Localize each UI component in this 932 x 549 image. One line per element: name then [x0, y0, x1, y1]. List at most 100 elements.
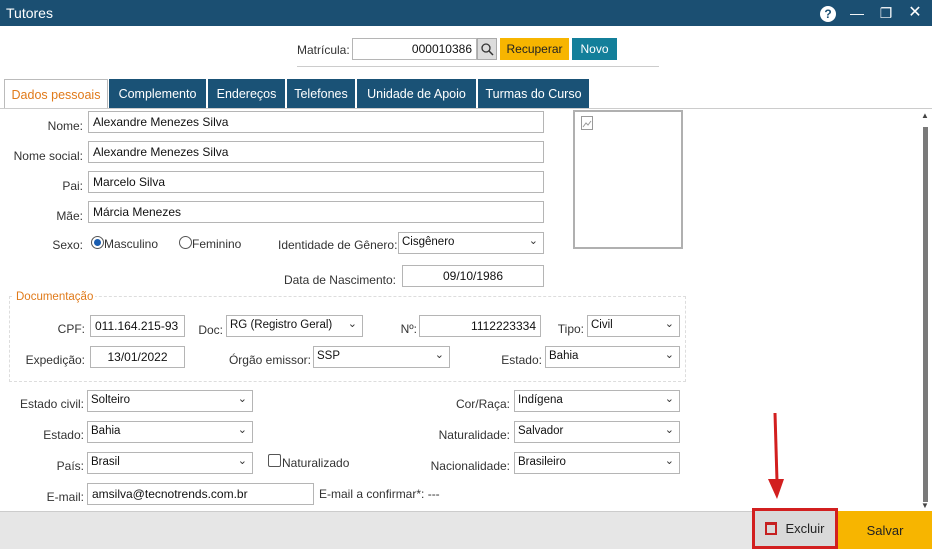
- tab-unidade-de-apoio[interactable]: Unidade de Apoio: [357, 79, 477, 108]
- nacionalidade-label: Nacionalidade:: [430, 459, 510, 473]
- email-input[interactable]: amsilva@tecnotrends.com.br: [87, 483, 314, 505]
- tab-telefones[interactable]: Telefones: [287, 79, 356, 108]
- estado-value: Bahia: [91, 425, 121, 437]
- chevron-down-icon: ⌄: [664, 455, 674, 467]
- identidade-genero-value: Cisgênero: [402, 236, 455, 248]
- maximize-icon: ❐: [879, 5, 893, 21]
- photo-frame[interactable]: [573, 110, 683, 249]
- pai-label: Pai:: [62, 179, 83, 193]
- nascimento-input[interactable]: 09/10/1986: [402, 265, 544, 287]
- novo-button[interactable]: Novo: [572, 38, 617, 60]
- identidade-genero-label: Identidade de Gênero:: [278, 238, 398, 252]
- chevron-down-icon: ⌄: [664, 318, 674, 330]
- nome-social-label: Nome social:: [13, 149, 83, 163]
- chevron-down-icon: ⌄: [237, 455, 247, 467]
- matricula-input[interactable]: 000010386: [352, 38, 477, 60]
- numero-label: Nº:: [400, 322, 417, 336]
- expedicao-label: Expedição:: [25, 353, 85, 367]
- tab-complemento[interactable]: Complemento: [109, 79, 207, 108]
- doc-select[interactable]: RG (Registro Geral) ⌄: [226, 315, 363, 337]
- scroll-down-icon[interactable]: ▼: [921, 501, 929, 510]
- tab-content-border: [0, 108, 932, 109]
- chevron-down-icon: ⌄: [347, 318, 357, 330]
- vertical-scrollbar[interactable]: ▲ ▼: [920, 109, 932, 511]
- estado-civil-label: Estado civil:: [19, 397, 84, 411]
- cor-raca-label: Cor/Raça:: [455, 397, 510, 411]
- estado-select[interactable]: Bahia ⌄: [87, 421, 253, 443]
- maximize-button[interactable]: ❐: [876, 3, 896, 23]
- nascimento-label: Data de Nascimento:: [283, 273, 396, 287]
- scrollbar-thumb[interactable]: [923, 127, 928, 502]
- doc-estado-label: Estado:: [501, 353, 542, 367]
- email-confirm-label: E-mail a confirmar*: ---: [319, 487, 440, 501]
- minimize-button[interactable]: —: [847, 3, 867, 23]
- nome-social-input[interactable]: Alexandre Menezes Silva: [88, 141, 544, 163]
- pais-select[interactable]: Brasil ⌄: [87, 452, 253, 474]
- sexo-feminino-radio[interactable]: [179, 236, 192, 249]
- close-button[interactable]: ✕: [905, 3, 925, 23]
- chevron-down-icon: ⌄: [664, 424, 674, 436]
- window-title: Tutores: [6, 5, 53, 21]
- pai-input[interactable]: Marcelo Silva: [88, 171, 544, 193]
- cor-raca-select[interactable]: Indígena ⌄: [514, 390, 680, 412]
- naturalizado-checkbox[interactable]: [268, 454, 281, 467]
- numero-input[interactable]: 1112223334: [419, 315, 541, 337]
- red-arrow-annotation: [768, 413, 784, 499]
- documentacao-group: [9, 296, 686, 382]
- orgao-emissor-select[interactable]: SSP ⌄: [313, 346, 450, 368]
- chevron-down-icon: ⌄: [434, 349, 444, 361]
- estado-civil-select[interactable]: Solteiro ⌄: [87, 390, 253, 412]
- documentacao-title: Documentação: [14, 291, 96, 303]
- sexo-label: Sexo:: [52, 238, 83, 252]
- nacionalidade-value: Brasileiro: [518, 456, 566, 468]
- clear-search-icon[interactable]: [477, 38, 497, 60]
- pais-value: Brasil: [91, 456, 120, 468]
- tab-turmas-do-curso[interactable]: Turmas do Curso: [478, 79, 590, 108]
- nacionalidade-select[interactable]: Brasileiro ⌄: [514, 452, 680, 474]
- minimize-icon: —: [850, 5, 864, 21]
- trash-icon: [765, 522, 778, 535]
- doc-estado-value: Bahia: [549, 350, 579, 362]
- scroll-up-icon[interactable]: ▲: [921, 111, 929, 120]
- cor-raca-value: Indígena: [518, 394, 563, 406]
- mae-input[interactable]: Márcia Menezes: [88, 201, 544, 223]
- pais-label: País:: [56, 459, 84, 473]
- cpf-input[interactable]: 011.164.215-93: [90, 315, 185, 337]
- title-bar: Tutores ? — ❐ ✕: [0, 0, 932, 26]
- help-button[interactable]: ?: [818, 3, 838, 23]
- naturalidade-select[interactable]: Salvador ⌄: [514, 421, 680, 443]
- broken-image-icon: [581, 116, 593, 133]
- excluir-button[interactable]: Excluir: [752, 508, 838, 549]
- cpf-label: CPF:: [57, 322, 85, 336]
- close-icon: ✕: [908, 4, 922, 21]
- tipo-select[interactable]: Civil ⌄: [587, 315, 680, 337]
- naturalizado-label: Naturalizado: [282, 456, 350, 470]
- tab-dados-pessoais[interactable]: Dados pessoais: [4, 79, 108, 108]
- naturalidade-label: Naturalidade:: [438, 428, 510, 442]
- nome-label: Nome:: [47, 119, 83, 133]
- tipo-label: Tipo:: [557, 322, 584, 336]
- tab-enderecos[interactable]: Endereços: [208, 79, 286, 108]
- chevron-down-icon: ⌄: [237, 424, 247, 436]
- orgao-emissor-label: Órgão emissor:: [228, 353, 311, 367]
- tipo-value: Civil: [591, 319, 613, 331]
- estado-civil-value: Solteiro: [91, 394, 130, 406]
- chevron-down-icon: ⌄: [237, 393, 247, 405]
- orgao-emissor-value: SSP: [317, 350, 341, 362]
- chevron-down-icon: ⌄: [664, 393, 674, 405]
- expedicao-input[interactable]: 13/01/2022: [90, 346, 185, 368]
- sexo-masculino-label: Masculino: [104, 237, 159, 251]
- estado-label: Estado:: [43, 428, 84, 442]
- header-divider: [297, 66, 659, 67]
- chevron-down-icon: ⌄: [664, 349, 674, 361]
- excluir-label: Excluir: [785, 521, 825, 536]
- eraser-icon: [481, 43, 494, 56]
- sexo-masculino-radio[interactable]: [91, 236, 104, 249]
- sexo-feminino-label: Feminino: [192, 237, 242, 251]
- identidade-genero-select[interactable]: Cisgênero ⌄: [398, 232, 544, 254]
- recuperar-button[interactable]: Recuperar: [500, 38, 569, 60]
- salvar-button[interactable]: Salvar: [838, 511, 932, 549]
- nome-input[interactable]: Alexandre Menezes Silva: [88, 111, 544, 133]
- doc-estado-select[interactable]: Bahia ⌄: [545, 346, 680, 368]
- mae-label: Mãe:: [56, 209, 83, 223]
